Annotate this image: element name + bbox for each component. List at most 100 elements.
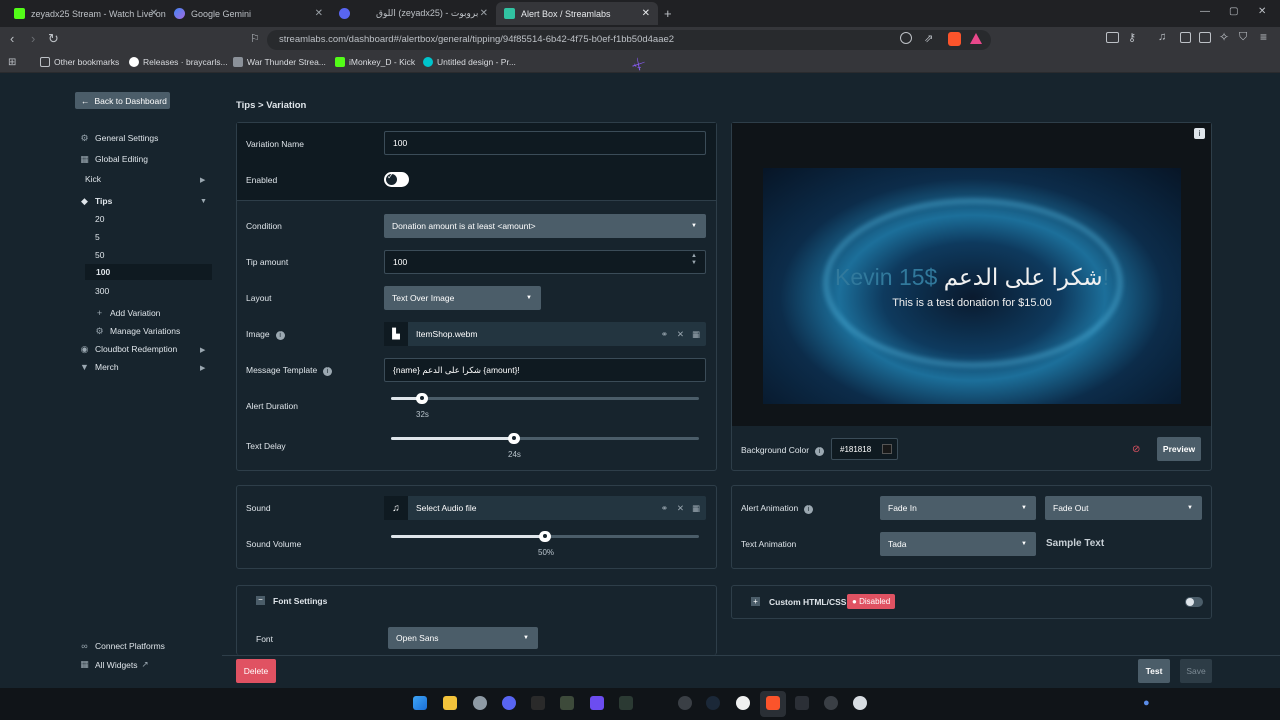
tips-variation-20[interactable]: 20: [95, 214, 104, 224]
close-icon[interactable]: ✕: [677, 329, 684, 340]
app-icon[interactable]: [824, 696, 838, 710]
layout-select[interactable]: Text Over Image ▼: [384, 286, 541, 310]
bookmark-other[interactable]: Other bookmarks: [40, 57, 119, 67]
manage-variations-button[interactable]: ⚙ Manage Variations: [95, 326, 180, 336]
sound-file-picker[interactable]: ♫ Select Audio file ⚭ ✕ ▦: [384, 496, 706, 520]
alert-animation-in-select[interactable]: Fade In ▼: [880, 496, 1036, 520]
slider-handle[interactable]: [508, 433, 521, 444]
chrome-icon[interactable]: [736, 696, 750, 710]
back-arrow-icon[interactable]: ‹: [10, 31, 14, 47]
bookmark-canva[interactable]: Untitled design - Pr...: [423, 57, 516, 67]
screenshot-icon[interactable]: [1106, 32, 1119, 43]
number-stepper-icon[interactable]: ▲ ▼: [691, 253, 697, 267]
delete-button[interactable]: Delete: [236, 659, 276, 683]
menu-icon[interactable]: ≡: [1260, 30, 1267, 44]
brave-icon[interactable]: [766, 696, 780, 710]
window-close-icon[interactable]: ✕: [1258, 6, 1266, 17]
tips-variation-100[interactable]: 100: [85, 264, 212, 280]
tab-probot[interactable]: اللوق (zeyadx25) - بروبوت ✕: [331, 2, 496, 25]
alert-animation-out-select[interactable]: Fade Out ▼: [1045, 496, 1202, 520]
info-icon[interactable]: i: [804, 505, 814, 514]
add-variation-button[interactable]: + Add Variation: [95, 308, 161, 318]
app-icon[interactable]: [853, 696, 867, 710]
close-icon[interactable]: ✕: [150, 8, 158, 19]
close-icon[interactable]: ✕: [315, 8, 323, 19]
message-template-input[interactable]: {name} شكرا على الدعم {amount}!: [384, 358, 706, 382]
connect-platforms-link[interactable]: ∞ Connect Platforms: [80, 641, 165, 651]
obs-icon[interactable]: [678, 696, 692, 710]
tips-variation-300[interactable]: 300: [95, 286, 109, 296]
bookmark-github[interactable]: Releases · braycarls...: [129, 57, 228, 67]
tips-variation-50[interactable]: 50: [95, 250, 104, 260]
gallery-icon[interactable]: ▦: [692, 329, 700, 340]
enabled-toggle[interactable]: ✓: [384, 172, 409, 187]
all-widgets-link[interactable]: ▦ All Widgets ↗: [80, 659, 148, 670]
background-color-input[interactable]: #181818: [831, 438, 898, 460]
rewards-icon[interactable]: [970, 33, 982, 44]
sound-volume-slider[interactable]: [391, 531, 699, 542]
epic-games-icon[interactable]: [531, 696, 545, 710]
music-icon[interactable]: ♫: [1158, 31, 1166, 43]
discord-icon[interactable]: [502, 696, 516, 710]
tab-streamlabs[interactable]: Alert Box / Streamlabs ✕: [496, 2, 658, 25]
tab-kick[interactable]: zeyadx25 Stream - Watch Live on ✕: [6, 2, 166, 25]
sidebar-item-general-settings[interactable]: ⚙ General Settings: [80, 133, 158, 143]
text-delay-slider[interactable]: [391, 433, 699, 444]
zoom-icon[interactable]: [900, 32, 912, 44]
tip-amount-input[interactable]: 100 ▲ ▼: [384, 250, 706, 274]
font-select[interactable]: Open Sans ▼: [388, 627, 538, 649]
sound-off-icon[interactable]: ⊘: [1132, 444, 1140, 455]
link-icon[interactable]: ⚭: [661, 503, 668, 514]
windows-start-icon[interactable]: [413, 696, 427, 710]
variation-name-input[interactable]: 100: [384, 131, 706, 155]
alert-duration-slider[interactable]: [391, 393, 699, 404]
minimize-icon[interactable]: —: [1200, 6, 1210, 17]
wallet-icon[interactable]: [1199, 32, 1211, 43]
tips-variation-5[interactable]: 5: [95, 232, 100, 242]
preview-button[interactable]: Preview: [1157, 437, 1201, 461]
reload-icon[interactable]: ↻: [48, 31, 59, 47]
close-icon[interactable]: ✕: [642, 8, 650, 19]
bookmark-kick[interactable]: iMonkey_D - Kick: [335, 57, 415, 67]
image-file-picker[interactable]: ▙ ItemShop.webm ⚭ ✕ ▦: [384, 322, 706, 346]
font-settings-title[interactable]: Font Settings: [273, 596, 327, 606]
expand-icon[interactable]: +: [751, 597, 760, 606]
sidebar-icon[interactable]: [1180, 32, 1191, 43]
back-to-dashboard-button[interactable]: ← Back to Dashboard: [75, 92, 170, 109]
sidebar-item-kick[interactable]: Kick: [85, 174, 101, 184]
tab-gemini[interactable]: Google Gemini ✕: [166, 2, 331, 25]
info-icon[interactable]: i: [275, 331, 285, 340]
bookmark-warthunder[interactable]: War Thunder Strea...: [233, 57, 326, 67]
vpn-icon[interactable]: ⛉: [1239, 31, 1247, 44]
custom-html-title[interactable]: Custom HTML/CSS: [769, 597, 846, 607]
info-icon[interactable]: i: [815, 447, 825, 456]
sidebar-item-merch[interactable]: ▼ Merch: [80, 362, 119, 372]
text-animation-select[interactable]: Tada ▼: [880, 532, 1036, 556]
close-icon[interactable]: ✕: [677, 503, 684, 514]
custom-html-toggle[interactable]: [1185, 597, 1203, 607]
collapse-icon[interactable]: −: [256, 596, 265, 605]
app-icon[interactable]: [590, 696, 604, 710]
info-icon[interactable]: i: [1194, 128, 1205, 139]
key-icon[interactable]: ⚷: [1128, 31, 1136, 44]
microphone-icon[interactable]: ●: [1143, 697, 1150, 709]
app-icon[interactable]: [560, 696, 574, 710]
sidebar-item-cloudbot[interactable]: ◉ Cloudbot Redemption: [80, 344, 178, 354]
condition-select[interactable]: Donation amount is at least <amount> ▼: [384, 214, 706, 238]
app-icon[interactable]: [619, 696, 633, 710]
new-tab-button[interactable]: +: [664, 6, 672, 21]
share-icon[interactable]: ⇗: [924, 32, 933, 45]
app-icon[interactable]: [795, 696, 809, 710]
info-icon[interactable]: i: [323, 367, 333, 376]
close-icon[interactable]: ✕: [480, 8, 488, 19]
forward-arrow-icon[interactable]: ›: [31, 31, 35, 47]
link-icon[interactable]: ⚭: [661, 329, 668, 340]
bookmark-icon[interactable]: ⚐: [250, 31, 260, 47]
sidebar-item-global-editing[interactable]: ▦ Global Editing: [80, 154, 148, 164]
url-bar[interactable]: streamlabs.com/dashboard#/alertbox/gener…: [267, 30, 991, 50]
app-icon[interactable]: [473, 696, 487, 710]
file-explorer-icon[interactable]: [443, 696, 457, 710]
brave-shield-icon[interactable]: [948, 32, 961, 46]
slider-handle[interactable]: [415, 393, 428, 404]
save-button[interactable]: Save: [1180, 659, 1212, 683]
